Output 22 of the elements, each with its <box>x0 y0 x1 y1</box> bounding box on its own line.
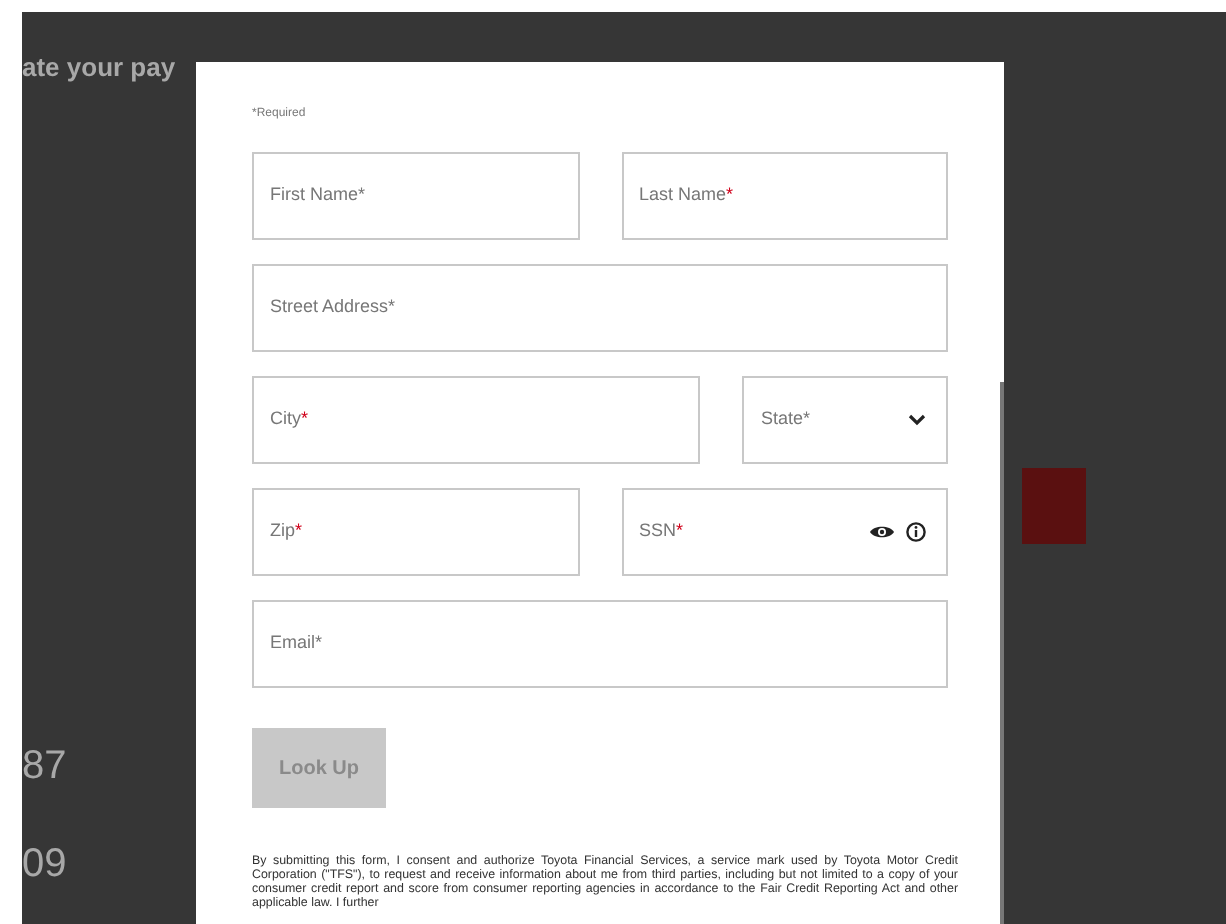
field-placeholder: First Name* <box>270 182 368 209</box>
input-field[interactable]: First Name* <box>252 152 579 240</box>
input-field[interactable]: SSN* <box>621 488 948 576</box>
field-placeholder: Street Address* <box>270 294 398 321</box>
input-field[interactable]: Street Address* <box>252 264 948 352</box>
field-placeholder: City* <box>270 406 311 433</box>
field-placeholder: State* <box>760 406 812 433</box>
info-icon[interactable] <box>906 522 926 542</box>
field-placeholder: Zip* <box>270 518 305 545</box>
payment-amount: 09 <box>22 840 67 890</box>
payment-amount: 87 <box>22 742 67 792</box>
chevron-down-icon <box>908 414 926 426</box>
eye-icon[interactable] <box>870 524 894 540</box>
field-placeholder: Email* <box>270 630 325 657</box>
field-placeholder: SSN* <box>639 518 686 545</box>
input-field[interactable]: Email* <box>252 600 948 688</box>
input-field[interactable]: City* <box>252 376 701 464</box>
input-field[interactable]: Zip* <box>252 488 579 576</box>
field-placeholder: Last Name* <box>639 182 736 209</box>
state-dropdown[interactable]: State* <box>742 376 948 464</box>
page-heading: ate your pay <box>22 50 176 86</box>
input-field[interactable]: Last Name* <box>621 152 948 240</box>
